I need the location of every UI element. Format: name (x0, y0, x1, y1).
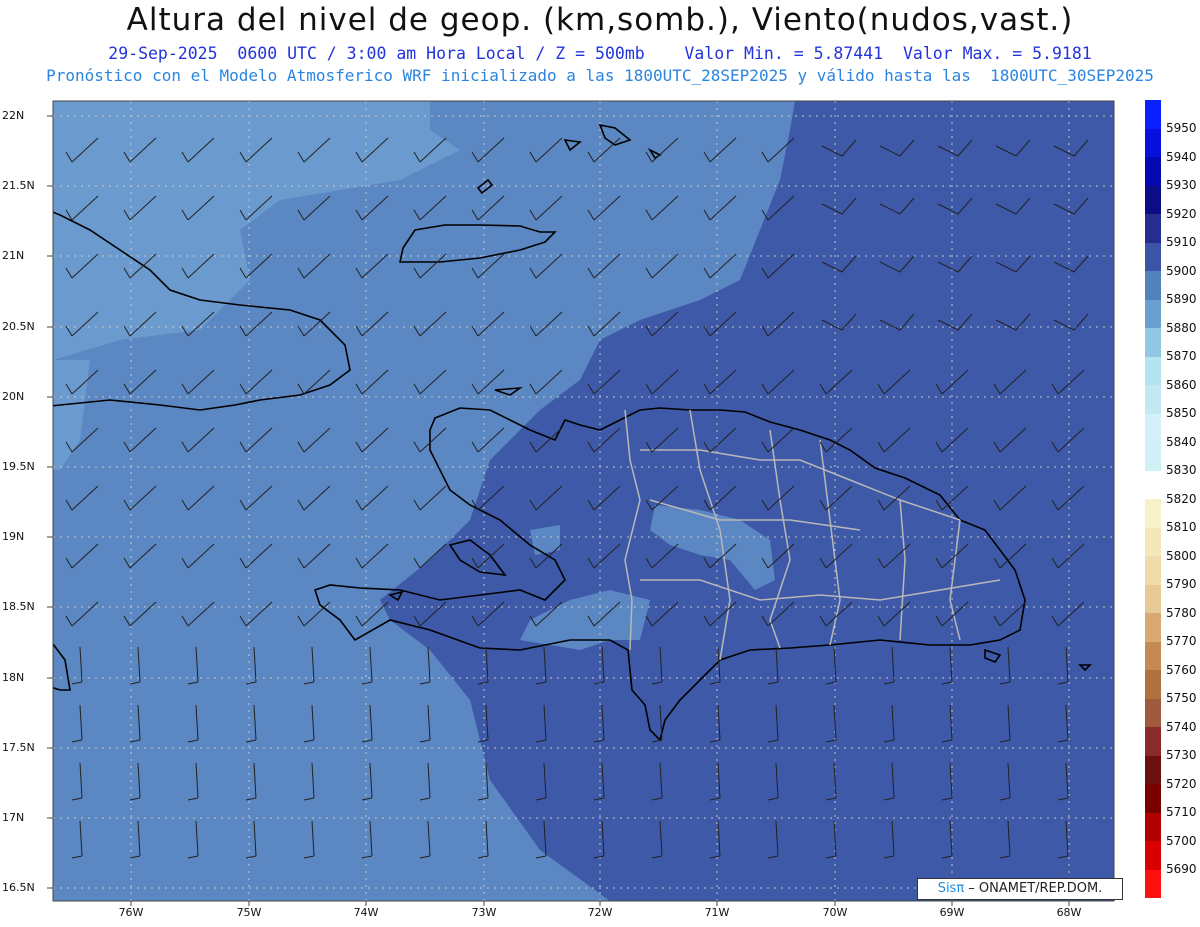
colorbar-swatch (1145, 727, 1161, 756)
colorbar-tick-label: 5740 (1166, 719, 1197, 734)
colorbar-swatch (1145, 641, 1161, 670)
colorbar-swatch (1145, 242, 1161, 271)
colorbar-tick-label: 5880 (1166, 320, 1197, 335)
colorbar-tick-label: 5890 (1166, 292, 1197, 306)
colorbar-tick-label: 5690 (1166, 862, 1197, 876)
lat-label: 21N (2, 249, 25, 262)
colorbar-swatch (1145, 613, 1161, 642)
lon-label: 74W (353, 906, 379, 919)
colorbar-swatch (1145, 584, 1161, 613)
shaded-field (53, 101, 1114, 901)
colorbar-swatch (1145, 157, 1161, 186)
lat-label: 16.5N (2, 881, 35, 894)
colorbar-swatch (1145, 299, 1161, 328)
colorbar-swatch (1145, 784, 1161, 813)
colorbar-tick-label: 5840 (1166, 434, 1197, 449)
colorbar-swatch (1145, 385, 1161, 414)
credit-text: – ONAMET/REP.DOM. (964, 881, 1103, 896)
colorbar-swatch (1145, 185, 1161, 214)
lon-label: 68W (1056, 906, 1082, 919)
colorbar-swatch (1145, 698, 1161, 727)
colorbar-swatch (1145, 527, 1161, 556)
colorbar-tick-label: 5830 (1166, 463, 1197, 477)
colorbar-tick-label: 5820 (1166, 491, 1197, 506)
lon-label: 76W (118, 906, 144, 919)
credit-brand: Sisπ (937, 881, 965, 896)
colorbar-tick-label: 5850 (1166, 406, 1197, 420)
colorbar-tick-label: 5930 (1166, 178, 1197, 192)
colorbar-tick-label: 5940 (1166, 149, 1197, 164)
colorbar-swatch (1145, 356, 1161, 385)
colorbar-swatch (1145, 413, 1161, 442)
lon-label: 71W (704, 906, 730, 919)
colorbar-tick-label: 5860 (1166, 377, 1197, 392)
colorbar-swatch (1145, 470, 1161, 499)
lon-label: 73W (471, 906, 497, 919)
lat-label: 22N (2, 109, 25, 122)
lat-label: 17N (2, 811, 25, 824)
colorbar-tick-label: 5900 (1166, 263, 1197, 278)
colorbar-swatch (1145, 755, 1161, 784)
lat-label: 17.5N (2, 741, 35, 754)
geopotential-map (47, 100, 1115, 906)
colorbar-tick-label: 5760 (1166, 662, 1197, 677)
colorbar-tick-label: 5790 (1166, 577, 1197, 591)
colorbar-tick-label: 5800 (1166, 548, 1197, 563)
colorbar-tick-label: 5780 (1166, 605, 1197, 620)
colorbar-swatch (1145, 328, 1161, 357)
colorbar-swatch (1145, 670, 1161, 699)
colorbar-swatch (1145, 442, 1161, 471)
colorbar-tick-label: 5730 (1166, 748, 1197, 762)
lat-label: 18N (2, 671, 25, 684)
colorbar-tick-label: 5870 (1166, 349, 1197, 363)
colorbar-tick-label: 5710 (1166, 805, 1197, 819)
colorbar-swatch (1145, 869, 1161, 898)
colorbar-tick-label: 5720 (1166, 776, 1197, 791)
colorbar-swatch (1145, 100, 1161, 129)
colorbar-swatch (1145, 271, 1161, 300)
lat-label: 21.5N (2, 179, 35, 192)
lon-label: 72W (587, 906, 613, 919)
colorbar-tick-label: 5920 (1166, 206, 1197, 221)
colorbar-swatch (1145, 214, 1161, 243)
colorbar-swatch (1145, 812, 1161, 841)
lat-label: 20.5N (2, 320, 35, 333)
lat-label: 19.5N (2, 460, 35, 473)
lat-label: 18.5N (2, 600, 35, 613)
lon-label: 69W (939, 906, 965, 919)
lon-label: 75W (236, 906, 262, 919)
colorbar-tick-label: 5950 (1166, 121, 1197, 135)
colorbar-swatch (1145, 556, 1161, 585)
lon-label: 70W (822, 906, 848, 919)
colorbar-tick-label: 5750 (1166, 691, 1197, 705)
colorbar-swatch (1145, 128, 1161, 157)
lat-label: 20N (2, 390, 25, 403)
colorbar-tick-label: 5700 (1166, 833, 1197, 848)
colorbar-swatch (1145, 841, 1161, 870)
colorbar-tick-label: 5910 (1166, 235, 1197, 249)
credit-box: Sisπ – ONAMET/REP.DOM. (917, 878, 1123, 900)
colorbar-tick-label: 5810 (1166, 520, 1197, 534)
lat-label: 19N (2, 530, 25, 543)
colorbar-swatch (1145, 499, 1161, 528)
colorbar-tick-label: 5770 (1166, 634, 1197, 648)
